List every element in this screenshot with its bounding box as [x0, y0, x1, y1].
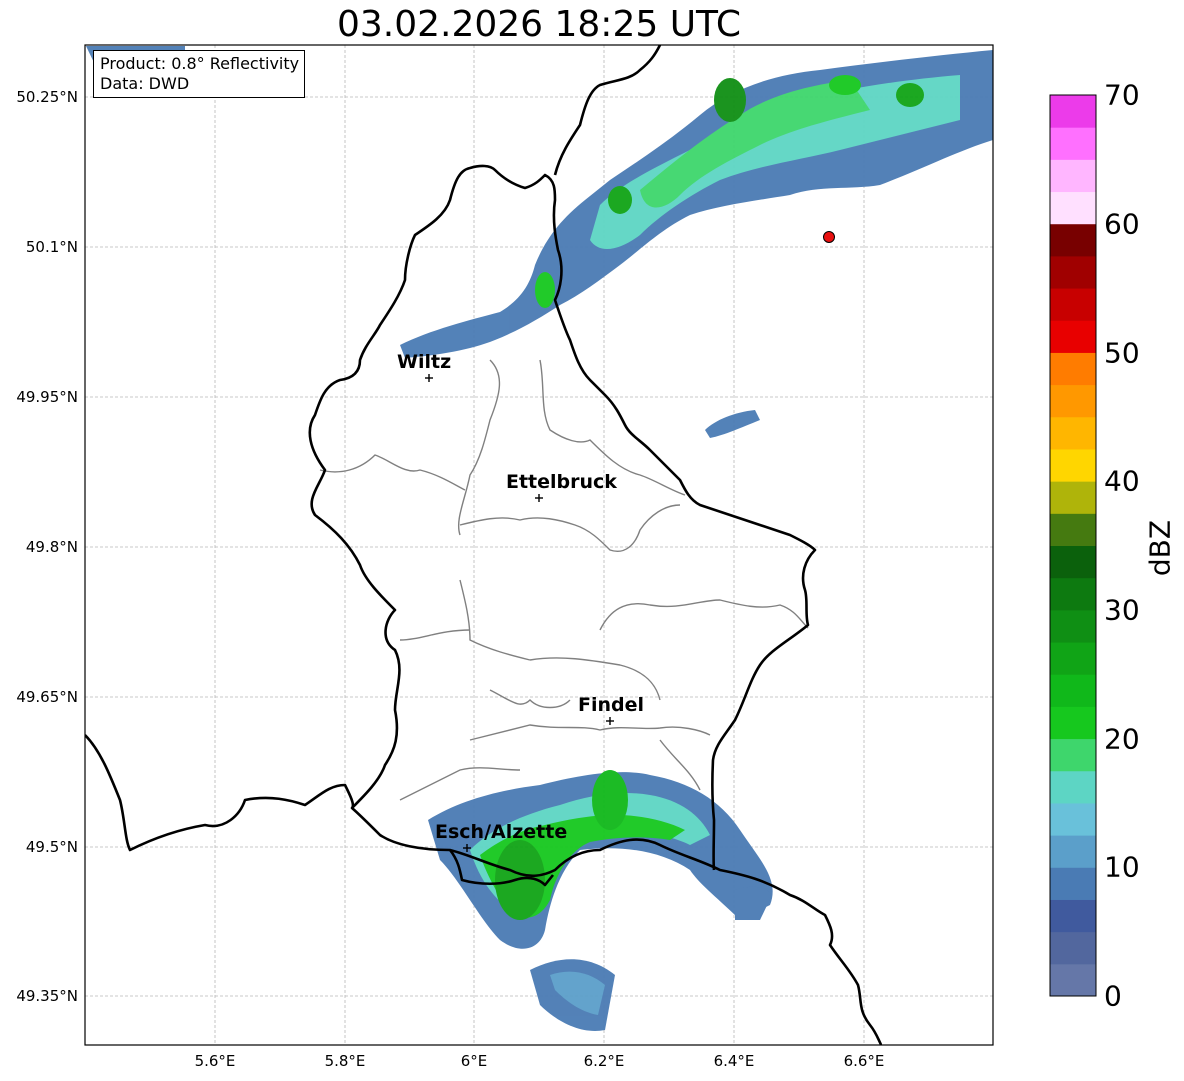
- colorbar-tick-label: 70: [1104, 78, 1140, 112]
- map-svg: [84, 44, 1097, 1046]
- colorbar-segment: [1050, 706, 1096, 740]
- data-source-label: Data: DWD: [100, 74, 190, 93]
- colorbar-segment: [1050, 609, 1096, 643]
- colorbar-tick-label: 50: [1104, 336, 1140, 370]
- lon-tick-label: 6°E: [460, 1052, 488, 1070]
- colorbar-segment: [1050, 448, 1096, 482]
- lat-tick-label: 49.8°N: [25, 538, 78, 556]
- colorbar-segment: [1050, 867, 1096, 900]
- colorbar-segment: [1050, 931, 1096, 965]
- colorbar-segment: [1050, 770, 1096, 804]
- colorbar-segment: [1050, 255, 1096, 289]
- lat-tick-label: 49.95°N: [16, 388, 78, 406]
- colorbar-tick-label: 10: [1104, 850, 1140, 884]
- radar-echoes-south: [428, 770, 773, 1031]
- city-marker-wiltz: [425, 374, 433, 382]
- radar-echoes-north: [86, 46, 993, 438]
- product-info-box: Product: 0.8° Reflectivity Data: DWD: [93, 50, 306, 98]
- colorbar-tick-label: 40: [1104, 464, 1140, 498]
- product-label: Product: 0.8° Reflectivity: [100, 54, 300, 73]
- colorbar-segment: [1050, 963, 1096, 997]
- colorbar-label: dBZ: [1143, 519, 1177, 577]
- city-label-wiltz: Wiltz: [397, 351, 452, 373]
- colorbar-segment: [1050, 352, 1096, 386]
- lon-tick-label: 5.8°E: [324, 1052, 366, 1070]
- colorbar-segment: [1050, 899, 1096, 933]
- colorbar-segments: [1050, 95, 1096, 997]
- colorbar-segment: [1050, 513, 1096, 546]
- colorbar-tick-label: 60: [1104, 207, 1140, 241]
- colorbar-tick-label: 0: [1104, 979, 1122, 1013]
- lat-tick-label: 49.35°N: [16, 987, 78, 1005]
- colorbar-tick-label: 20: [1104, 722, 1140, 756]
- city-marker-findel: [606, 717, 614, 725]
- colorbar-segment: [1050, 642, 1096, 675]
- lat-tick-label: 49.5°N: [25, 838, 78, 856]
- lon-tick-label: 5.6°E: [194, 1052, 236, 1070]
- colorbar-segment: [1050, 159, 1096, 193]
- colorbar-segment: [1050, 288, 1096, 321]
- colorbar-segment: [1050, 674, 1096, 707]
- radar-station-marker: [823, 231, 835, 243]
- colorbar-segment: [1050, 223, 1096, 257]
- lon-tick-label: 6.2°E: [583, 1052, 625, 1070]
- city-label-findel: Findel: [578, 694, 645, 716]
- lat-tick-label: 49.65°N: [16, 688, 78, 706]
- lat-tick-label: 50.1°N: [25, 238, 78, 256]
- colorbar-segment: [1050, 127, 1096, 160]
- lat-tick-label: 50.25°N: [16, 88, 78, 106]
- city-marker-ettelbruck: [535, 494, 543, 502]
- colorbar-segment: [1050, 95, 1096, 128]
- colorbar-segment: [1050, 577, 1096, 611]
- colorbar-segment: [1050, 191, 1096, 225]
- colorbar-segment: [1050, 802, 1096, 836]
- lon-tick-label: 6.6°E: [843, 1052, 885, 1070]
- colorbar-segment: [1050, 738, 1096, 772]
- city-label-esch-alzette: Esch/Alzette: [435, 821, 568, 843]
- colorbar-segment: [1050, 416, 1096, 450]
- colorbar-segment: [1050, 481, 1096, 514]
- lon-tick-label: 6.4°E: [713, 1052, 755, 1070]
- colorbar-segment: [1050, 835, 1096, 868]
- city-label-ettelbruck: Ettelbruck: [506, 471, 617, 493]
- colorbar-segment: [1050, 320, 1096, 353]
- colorbar-segment: [1050, 384, 1096, 418]
- colorbar-segment: [1050, 545, 1096, 579]
- colorbar-tick-label: 30: [1104, 593, 1140, 627]
